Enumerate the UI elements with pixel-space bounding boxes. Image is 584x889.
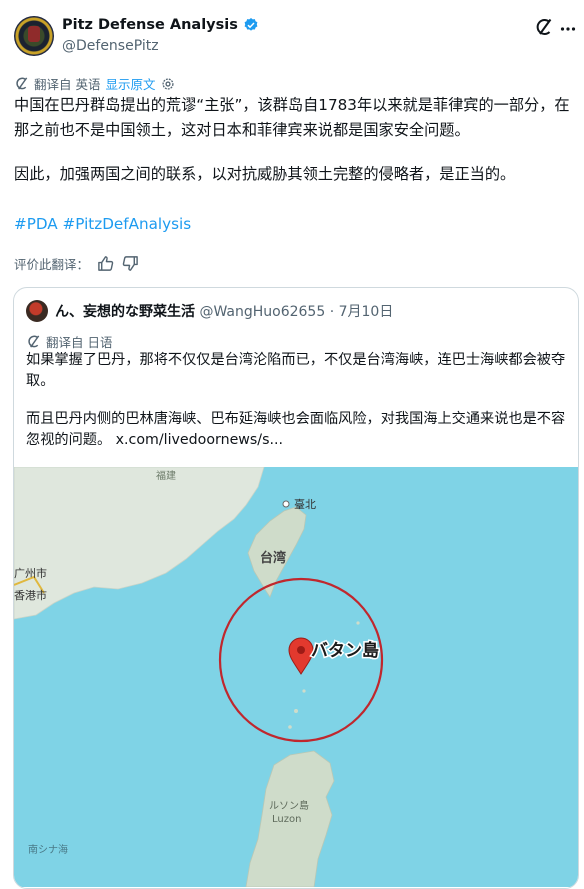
quoted-post[interactable]: ん、妄想的な野菜生活 @WangHuo62655 · 7月10日 翻译自 日语 …: [13, 287, 579, 889]
settings-icon[interactable]: [161, 77, 175, 91]
map-image[interactable]: 福建 臺北 台湾 广州市 香港市 バタン島 ルソン島 Luzon 南シナ海: [14, 467, 578, 887]
quote-translation-info: 翻译自 日语: [26, 332, 112, 351]
hashtags: #PDA #PitzDefAnalysis: [14, 215, 191, 233]
quote-author-handle[interactable]: @WangHuo62655: [199, 304, 325, 320]
post-paragraph: 中国在巴丹群岛提出的荒谬“主张”，该群岛自1783年以来就是菲律宾的一部分，在那…: [14, 96, 570, 139]
author-name[interactable]: Pitz Defense Analysis: [62, 17, 238, 33]
quote-body: 如果掌握了巴丹，那将不仅仅是台湾沦陷而已，不仅是台湾海峡，连巴士海峡都会被夺取。…: [26, 350, 566, 451]
grok-icon[interactable]: [534, 17, 554, 37]
map-island: [356, 621, 360, 625]
quote-avatar[interactable]: [26, 300, 48, 322]
hashtag-link[interactable]: #PitzDefAnalysis: [63, 215, 192, 233]
translate-icon: [16, 77, 28, 90]
author-handle[interactable]: @DefensePitz: [62, 38, 159, 54]
map-city-dot: [282, 500, 290, 508]
thumbs-down-icon[interactable]: [122, 255, 139, 272]
quote-header: ん、妄想的な野菜生活 @WangHuo62655 · 7月10日: [55, 301, 393, 321]
map-label-luzon: Luzon: [272, 814, 301, 825]
verified-badge-icon: [244, 18, 258, 31]
quote-separator: ·: [329, 304, 335, 320]
show-original-link[interactable]: 显示原文: [105, 74, 155, 93]
thumbs-up-icon[interactable]: [97, 255, 114, 272]
post-paragraph: 因此，加强两国之间的联系，以对抗威胁其领土完整的侵略者，是正当的。: [14, 165, 516, 183]
map-island: [302, 689, 306, 693]
quote-date[interactable]: 7月10日: [339, 304, 394, 320]
map-label-taiwan: 台湾: [260, 550, 286, 566]
translation-info: 翻译自 英语 显示原文: [14, 74, 175, 93]
hashtag-link[interactable]: #PDA: [14, 215, 58, 233]
quote-translated-from-label: 翻译自 日语: [46, 335, 113, 350]
quote-paragraph: 如果掌握了巴丹，那将不仅仅是台湾沦陷而已，不仅是台湾海峡，连巴士海峡都会被夺取。: [26, 352, 566, 389]
map-label-batan: バタン島: [311, 640, 379, 661]
map-island: [294, 709, 298, 713]
quote-paragraph: 而且巴丹内侧的巴林唐海峡、巴布延海峡也会面临风险，对我国海上交通来说也是不容忽视…: [26, 411, 566, 448]
author-row: Pitz Defense Analysis: [62, 17, 259, 33]
map-label-south-china-sea: 南シナ海: [28, 843, 68, 856]
map-label-hongkong: 香港市: [14, 588, 47, 602]
post-body: 中国在巴丹群岛提出的荒谬“主张”，该群岛自1783年以来就是菲律宾的一部分，在那…: [14, 93, 576, 187]
rate-translation-label: 评价此翻译：: [14, 257, 90, 272]
rate-translation-row: 评价此翻译：: [14, 254, 139, 273]
map-label-luzon-jp: ルソン島: [269, 799, 309, 812]
map-label-taipei: 臺北: [294, 497, 316, 511]
map-label-guangzhou: 广州市: [14, 566, 47, 580]
map-island: [288, 725, 292, 729]
map-label-fujian: 福建: [156, 469, 176, 482]
post-avatar[interactable]: [14, 16, 54, 56]
quote-author-name[interactable]: ん、妄想的な野菜生活: [55, 304, 195, 320]
more-icon[interactable]: [560, 26, 576, 32]
translated-from-label: 翻译自 英语: [34, 77, 101, 92]
translate-icon: [28, 335, 40, 348]
